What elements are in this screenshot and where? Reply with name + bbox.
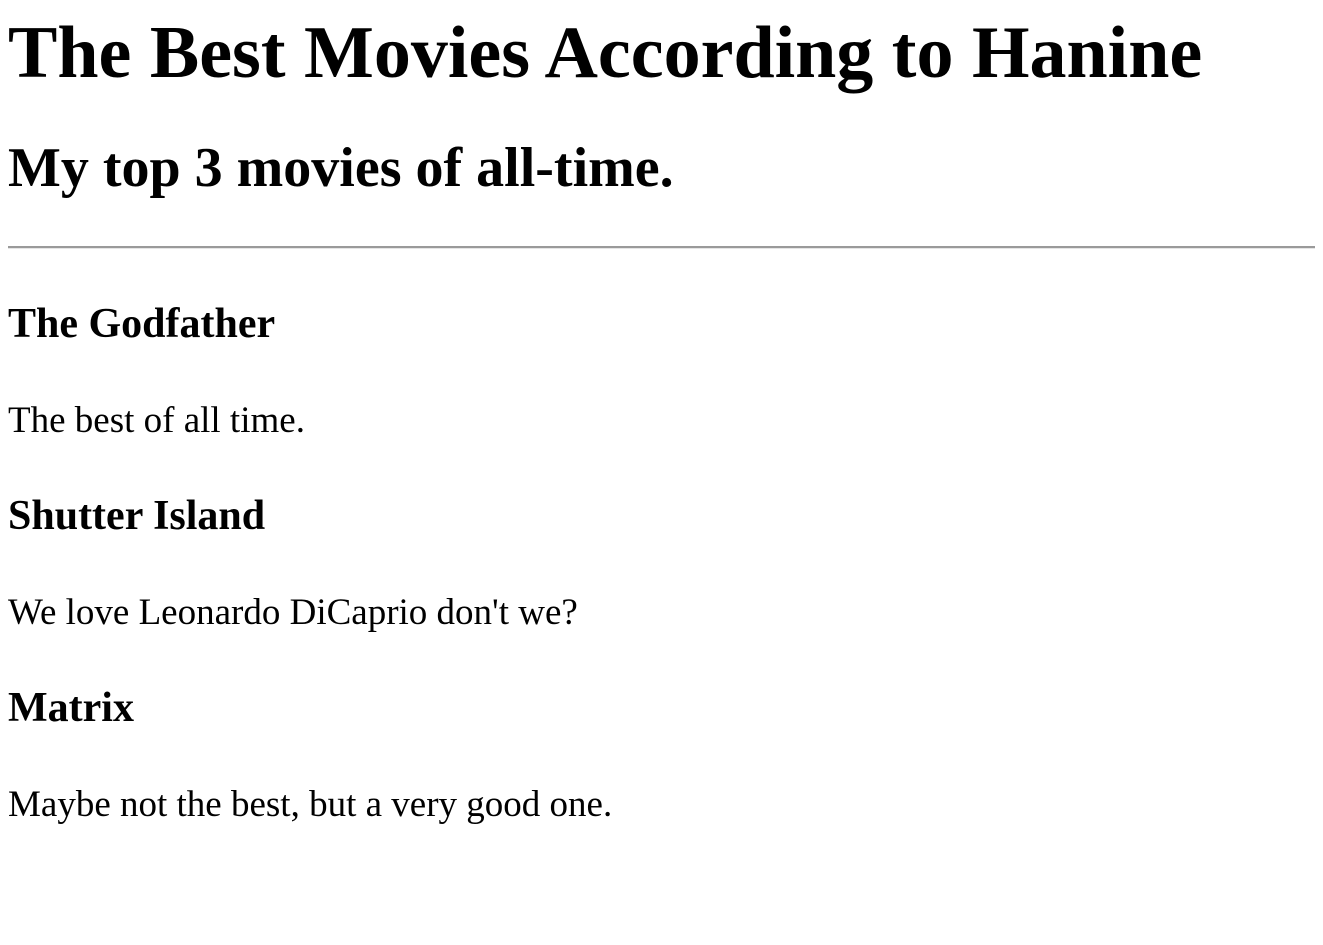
movie-description: Maybe not the best, but a very good one. [8, 784, 613, 825]
movie-title: Shutter Island [8, 493, 266, 539]
movie-item-godfather: The Godfather The best of all time. [8, 249, 1315, 443]
page-title: The Best Movies According to Hanine [8, 12, 1203, 94]
movie-title: Matrix [8, 685, 134, 731]
movie-description: We love Leonardo DiCaprio don't we? [8, 592, 578, 633]
page-body: The Best Movies According to Hanine My t… [0, 0, 1323, 945]
movie-item-matrix: Matrix Maybe not the best, but a very go… [8, 635, 1315, 827]
page-subtitle: My top 3 movies of all-time. [8, 137, 674, 199]
movie-description: The best of all time. [8, 400, 305, 441]
movie-title: The Godfather [8, 301, 276, 347]
movie-item-shutter-island: Shutter Island We love Leonardo DiCaprio… [8, 443, 1315, 635]
